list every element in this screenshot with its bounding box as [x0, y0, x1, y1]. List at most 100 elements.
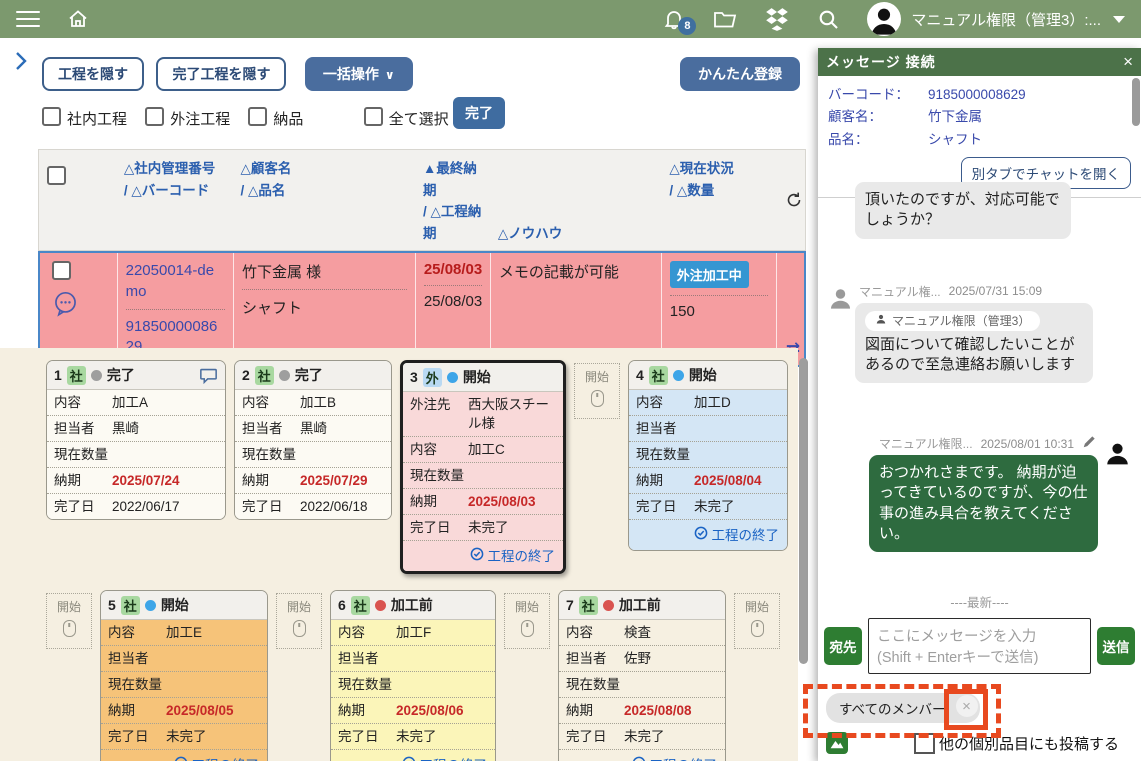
end-process-link[interactable]: 工程の終了 [559, 749, 725, 761]
field-label: 納期 [338, 701, 396, 720]
hide-completed-button[interactable]: 完了工程を隠す [156, 57, 286, 91]
message-input[interactable] [868, 618, 1091, 674]
chat-bubble-icon[interactable] [199, 367, 218, 384]
start-chip[interactable]: 開始 [504, 593, 550, 649]
header-customer[interactable]: △顧客名/ △品名 [233, 150, 416, 250]
end-process-link[interactable]: 工程の終了 [629, 519, 787, 550]
field-label: 完了日 [108, 727, 166, 746]
field-label: 納期 [566, 701, 624, 720]
field-value: 加工A [112, 393, 218, 412]
kanban-area: 1社完了内容加工A担当者黒崎現在数量納期2025/07/24完了日2022/06… [0, 348, 798, 761]
toolbar: 工程を隠す 完了工程を隠す 一括操作∨ かんたん登録 [0, 38, 806, 93]
field-label: 内容 [636, 393, 694, 412]
start-chip[interactable]: 開始 [734, 593, 780, 649]
field-value: 2025/07/24 [112, 471, 218, 490]
process-card[interactable]: 2社完了内容加工B担当者黒崎現在数量納期2025/07/29完了日2022/06… [234, 360, 392, 520]
chat-scrollbar[interactable] [1132, 78, 1140, 126]
field-label: 内容 [54, 393, 112, 412]
end-process-link[interactable]: 工程の終了 [331, 749, 495, 761]
internal-checkbox[interactable] [42, 107, 61, 126]
search-icon[interactable] [816, 7, 841, 32]
status-dot-icon [91, 370, 102, 381]
chat-bubble-icon[interactable] [52, 290, 79, 321]
start-chip[interactable]: 開始 [46, 593, 92, 649]
send-button[interactable]: 送信 [1097, 627, 1135, 665]
status-dot-icon [375, 600, 386, 611]
chat-message: マニュアル権...2025/07/31 15:09マニュアル権限（管理3）図面に… [825, 283, 1134, 384]
card-field: 完了日未完了 [559, 723, 725, 749]
field-value: 未完了 [396, 727, 488, 746]
header-knowhow[interactable]: △ノウハウ [490, 150, 662, 250]
user-avatar[interactable] [867, 2, 901, 36]
message-text: 図面について確認したいことがあるので至急連絡お願いします [865, 335, 1083, 376]
start-chip[interactable]: 開始 [574, 363, 620, 419]
status-badge: 外注加工中 [670, 261, 749, 288]
card-number: 6 [338, 597, 346, 613]
card-field: 納期2025/08/06 [331, 697, 495, 723]
card-field: 担当者 [101, 645, 267, 671]
process-table: △社内管理番号/ △バーコード △顧客名/ △品名 ▲最終納期/ △工程納期 △… [38, 149, 806, 367]
refresh-icon[interactable] [777, 150, 805, 250]
filter-delivery: 納品 [248, 111, 303, 128]
field-value [396, 675, 488, 694]
field-label: 納期 [410, 492, 468, 511]
header-due[interactable]: ▲最終納期/ △工程納期 [415, 150, 490, 250]
process-card[interactable]: 5社開始内容加工E担当者現在数量納期2025/08/05完了日未完了工程の終了 [100, 590, 268, 761]
process-card[interactable]: 7社加工前内容検査担当者佐野現在数量納期2025/08/08完了日未完了工程の終… [558, 590, 726, 761]
home-icon[interactable] [66, 7, 90, 31]
end-process-link[interactable]: 工程の終了 [403, 540, 563, 571]
edit-pencil-icon[interactable] [1082, 435, 1096, 452]
end-process-link[interactable]: 工程の終了 [101, 749, 267, 761]
start-chip[interactable]: 開始 [276, 593, 322, 649]
control-no-link[interactable]: 22050014-demo [126, 261, 225, 302]
field-label: 完了日 [338, 727, 396, 746]
card-field: 納期2025/08/05 [101, 697, 267, 723]
header-status[interactable]: △現在状況/ △数量 [661, 150, 777, 250]
card-header: 3外開始 [403, 363, 563, 392]
field-value [396, 649, 488, 668]
card-body: 内容加工B担当者黒崎現在数量納期2025/07/29完了日2022/06/18 [235, 390, 391, 519]
outsourced-checkbox[interactable] [145, 107, 164, 126]
folder-icon[interactable] [712, 7, 738, 31]
attach-image-icon[interactable] [826, 732, 848, 754]
process-row-2: 開始5社開始内容加工E担当者現在数量納期2025/08/05完了日未完了工程の終… [46, 590, 798, 761]
card-field: 内容加工E [101, 620, 267, 645]
post-to-other-checkbox[interactable] [914, 733, 935, 754]
card-field: 内容加工F [331, 620, 495, 645]
row-checkbox[interactable] [52, 261, 71, 280]
card-field: 完了日未完了 [629, 493, 787, 519]
process-card[interactable]: 1社完了内容加工A担当者黒崎現在数量納期2025/07/24完了日2022/06… [46, 360, 226, 520]
bulk-action-button[interactable]: 一括操作∨ [305, 57, 413, 91]
select-all-checkbox[interactable] [364, 107, 383, 126]
field-label: 現在数量 [636, 445, 694, 464]
field-value: 未完了 [624, 727, 718, 746]
field-value: 加工D [694, 393, 780, 412]
field-value: 黒崎 [300, 419, 384, 438]
delivery-checkbox[interactable] [248, 107, 267, 126]
card-field: 現在数量 [331, 671, 495, 697]
main-scrollbar[interactable] [799, 358, 808, 664]
chevron-down-icon[interactable] [1113, 16, 1125, 23]
person-icon [875, 313, 887, 329]
card-field: 内容加工B [235, 390, 391, 415]
close-icon[interactable]: × [1123, 52, 1133, 72]
card-field: 内容加工A [47, 390, 225, 415]
sender-badge: マニュアル権限（管理3） [865, 311, 1040, 331]
notification-count-badge: 8 [678, 17, 696, 35]
dropbox-icon[interactable] [764, 7, 790, 31]
sender-avatar [1103, 439, 1132, 473]
header-control-no[interactable]: △社内管理番号/ △バーコード [116, 150, 233, 250]
easy-register-button[interactable]: かんたん登録 [680, 57, 800, 91]
hamburger-menu-icon[interactable] [16, 11, 40, 27]
sender-name: マニュアル権限... [879, 435, 973, 452]
remove-member-icon[interactable]: × [956, 695, 978, 717]
notifications-bell-icon[interactable]: 8 [662, 7, 686, 31]
complete-button[interactable]: 完了 [453, 97, 505, 129]
process-card[interactable]: 6社加工前内容加工F担当者現在数量納期2025/08/06完了日未完了工程の終了 [330, 590, 496, 761]
field-label: 現在数量 [410, 466, 468, 485]
process-card[interactable]: 3外開始外注先西大阪スチール様内容加工C現在数量納期2025/08/03完了日未… [400, 360, 566, 574]
recipient-button[interactable]: 宛先 [824, 627, 862, 665]
process-card[interactable]: 4社開始内容加工D担当者現在数量納期2025/08/04完了日未完了工程の終了 [628, 360, 788, 551]
header-checkbox[interactable] [47, 166, 66, 185]
hide-process-button[interactable]: 工程を隠す [42, 57, 144, 91]
